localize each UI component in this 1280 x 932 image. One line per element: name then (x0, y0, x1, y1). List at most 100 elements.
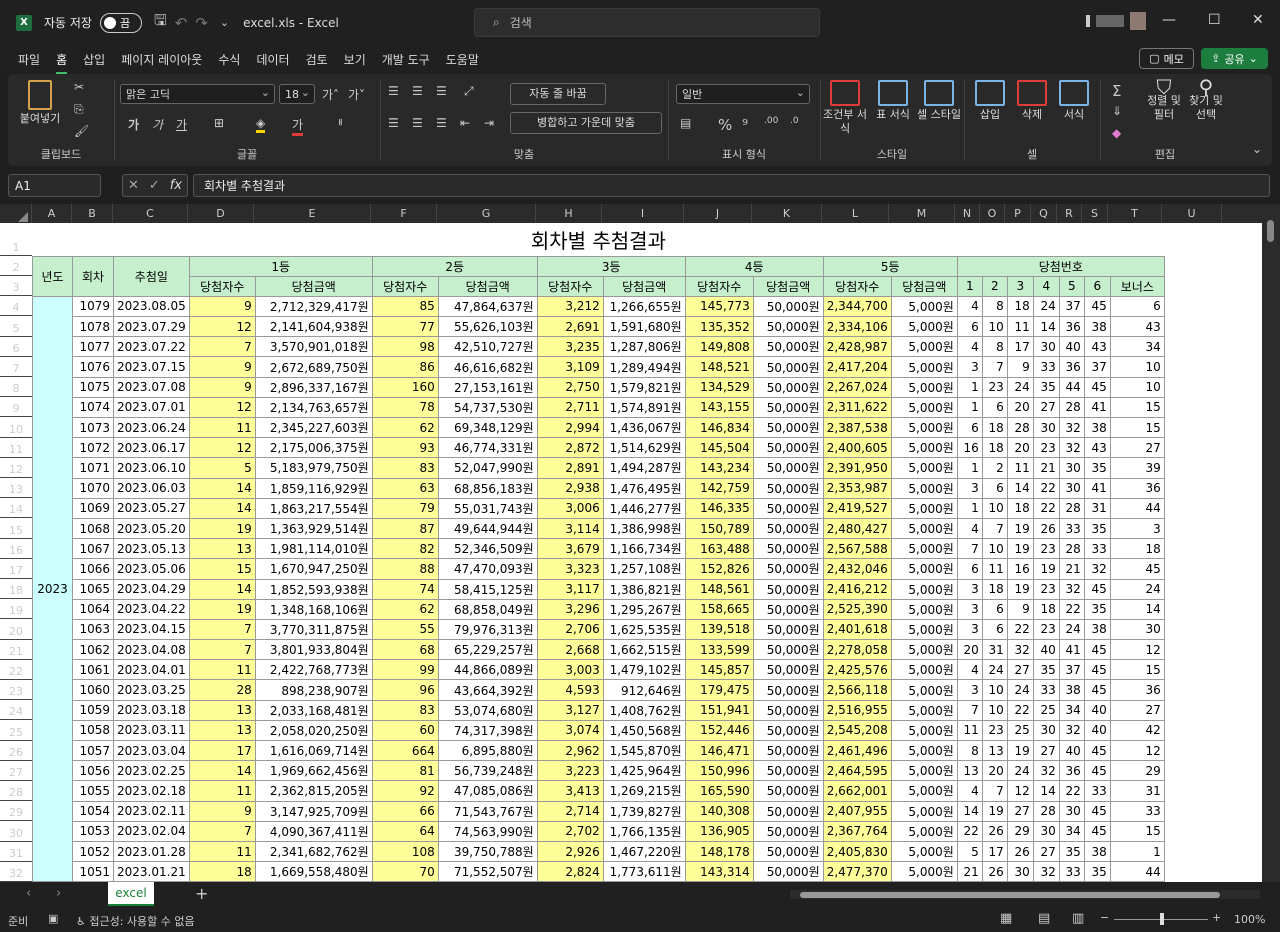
table-cell[interactable]: 2,417,204 (822, 356, 892, 378)
row-header[interactable]: 31 (0, 842, 32, 862)
header-count[interactable]: 당첨자수 (536, 275, 604, 297)
table-cell[interactable]: 1073 (72, 416, 114, 439)
table-cell[interactable]: 50,000원 (752, 800, 824, 822)
page-layout-view-icon[interactable]: ▤ (1038, 911, 1050, 926)
table-cell[interactable]: 1,863,217,554원 (254, 497, 373, 519)
decrease-indent-icon[interactable]: ⇤ (460, 116, 470, 130)
table-cell[interactable]: 2023.04.15 (113, 618, 190, 641)
table-cell[interactable]: 96 (371, 679, 439, 701)
table-cell[interactable]: 33 (1032, 356, 1060, 378)
percent-icon[interactable]: % (718, 116, 732, 134)
table-cell[interactable]: 1,386,821원 (602, 578, 686, 600)
row-header[interactable]: 2 (0, 256, 32, 276)
table-cell[interactable]: 1063 (72, 618, 114, 641)
table-cell[interactable]: 12 (188, 316, 256, 338)
table-cell[interactable]: 3 (1109, 517, 1165, 540)
table-cell[interactable]: 23 (1032, 578, 1060, 600)
table-cell[interactable]: 19 (981, 800, 1008, 822)
table-cell[interactable]: 33 (1083, 538, 1111, 560)
table-cell[interactable]: 3,679 (536, 538, 604, 560)
table-cell[interactable]: 19 (1032, 558, 1060, 580)
table-cell[interactable]: 12 (188, 396, 256, 419)
tab-0[interactable]: 파일 (10, 51, 48, 68)
row-header[interactable]: 7 (0, 357, 32, 377)
column-header-T[interactable]: T (1108, 204, 1162, 223)
table-cell[interactable]: 25 (1006, 719, 1034, 742)
table-cell[interactable]: 4,593 (536, 679, 604, 701)
zoom-out-icon[interactable]: − (1100, 911, 1109, 924)
table-cell[interactable]: 32 (1083, 558, 1111, 580)
fill-color-icon[interactable]: ◈ (256, 116, 266, 133)
table-cell[interactable]: 2023.03.18 (113, 699, 190, 721)
row-header[interactable]: 26 (0, 741, 32, 761)
table-cell[interactable]: 52,047,990원 (437, 457, 538, 479)
table-cell[interactable]: 32 (1058, 578, 1085, 600)
header-rank[interactable]: 1등 (188, 255, 373, 277)
table-cell[interactable]: 2,353,987 (822, 477, 892, 499)
align-bottom-icon[interactable]: ☰ (436, 84, 447, 98)
table-cell[interactable]: 145,857 (684, 659, 754, 681)
table-cell[interactable]: 34 (1058, 820, 1085, 842)
table-cell[interactable]: 92 (371, 780, 439, 802)
table-cell[interactable]: 22 (1032, 497, 1060, 519)
table-cell[interactable]: 7 (981, 517, 1008, 540)
zoom-in-icon[interactable]: + (1212, 911, 1221, 924)
row-header[interactable]: 32 (0, 862, 32, 882)
table-cell[interactable]: 2,545,208 (822, 719, 892, 742)
table-cell[interactable]: 21 (956, 861, 983, 882)
table-cell[interactable]: 2,712,329,417원 (254, 295, 373, 318)
table-cell[interactable]: 11 (188, 659, 256, 681)
header-rank[interactable]: 3등 (536, 255, 686, 277)
table-cell[interactable]: 43 (1083, 437, 1111, 459)
table-cell[interactable]: 12 (1006, 780, 1034, 802)
table-cell[interactable]: 16 (956, 437, 983, 459)
column-header-I[interactable]: I (602, 204, 684, 223)
table-cell[interactable]: 5,000원 (890, 820, 958, 842)
table-cell[interactable]: 24 (1006, 760, 1034, 782)
minimize-button[interactable]: — (1162, 12, 1176, 28)
table-cell[interactable]: 27,153,161원 (437, 376, 538, 398)
column-header-K[interactable]: K (752, 204, 822, 223)
column-header-U[interactable]: U (1162, 204, 1222, 223)
table-cell[interactable]: 3,212 (536, 295, 604, 318)
table-cell[interactable]: 146,834 (684, 416, 754, 439)
table-cell[interactable]: 1,269,215원 (602, 780, 686, 802)
table-cell[interactable]: 160 (371, 376, 439, 398)
row-header[interactable]: 17 (0, 559, 32, 579)
table-cell[interactable]: 46,774,331원 (437, 437, 538, 459)
row-header[interactable]: 22 (0, 660, 32, 680)
table-cell[interactable]: 38 (1083, 316, 1111, 338)
row-header[interactable]: 20 (0, 619, 32, 640)
format-cells-button[interactable]: 서식 (1054, 80, 1094, 122)
table-cell[interactable]: 1,363,929,514원 (254, 517, 373, 540)
table-cell[interactable]: 2,425,576 (822, 659, 892, 681)
table-cell[interactable]: 7 (956, 538, 983, 560)
table-cell[interactable]: 1,386,998원 (602, 517, 686, 540)
row-header[interactable]: 6 (0, 337, 32, 357)
header-amount[interactable]: 당첨금액 (602, 275, 686, 297)
table-cell[interactable]: 10 (981, 497, 1008, 519)
table-cell[interactable]: 4,090,367,411원 (254, 820, 373, 842)
table-cell[interactable]: 50,000원 (752, 316, 824, 338)
table-cell[interactable]: 2023.06.24 (113, 416, 190, 439)
table-cell[interactable]: 3 (956, 477, 983, 499)
table-cell[interactable]: 912,646원 (602, 679, 686, 701)
table-cell[interactable]: 23 (1032, 538, 1060, 560)
table-cell[interactable]: 5,000원 (890, 578, 958, 600)
table-cell[interactable]: 65,229,257원 (437, 639, 538, 661)
table-cell[interactable]: 2023.04.08 (113, 639, 190, 661)
table-cell[interactable]: 2,432,046 (822, 558, 892, 580)
table-cell[interactable]: 5,000원 (890, 739, 958, 762)
table-cell[interactable]: 36 (1109, 679, 1165, 701)
table-cell[interactable]: 63 (371, 477, 439, 499)
collapse-ribbon-icon[interactable]: ⌄ (1252, 142, 1262, 156)
table-cell[interactable]: 2023.06.03 (113, 477, 190, 499)
table-cell[interactable]: 8 (956, 739, 983, 762)
table-cell[interactable]: 49,644,944원 (437, 517, 538, 540)
table-cell[interactable]: 1054 (72, 800, 114, 822)
table-cell[interactable]: 2023.02.04 (113, 820, 190, 842)
column-header-Q[interactable]: Q (1031, 204, 1057, 223)
table-cell[interactable]: 35 (1032, 376, 1060, 398)
table-cell[interactable]: 50,000원 (752, 517, 824, 540)
table-cell[interactable]: 664 (371, 739, 439, 762)
